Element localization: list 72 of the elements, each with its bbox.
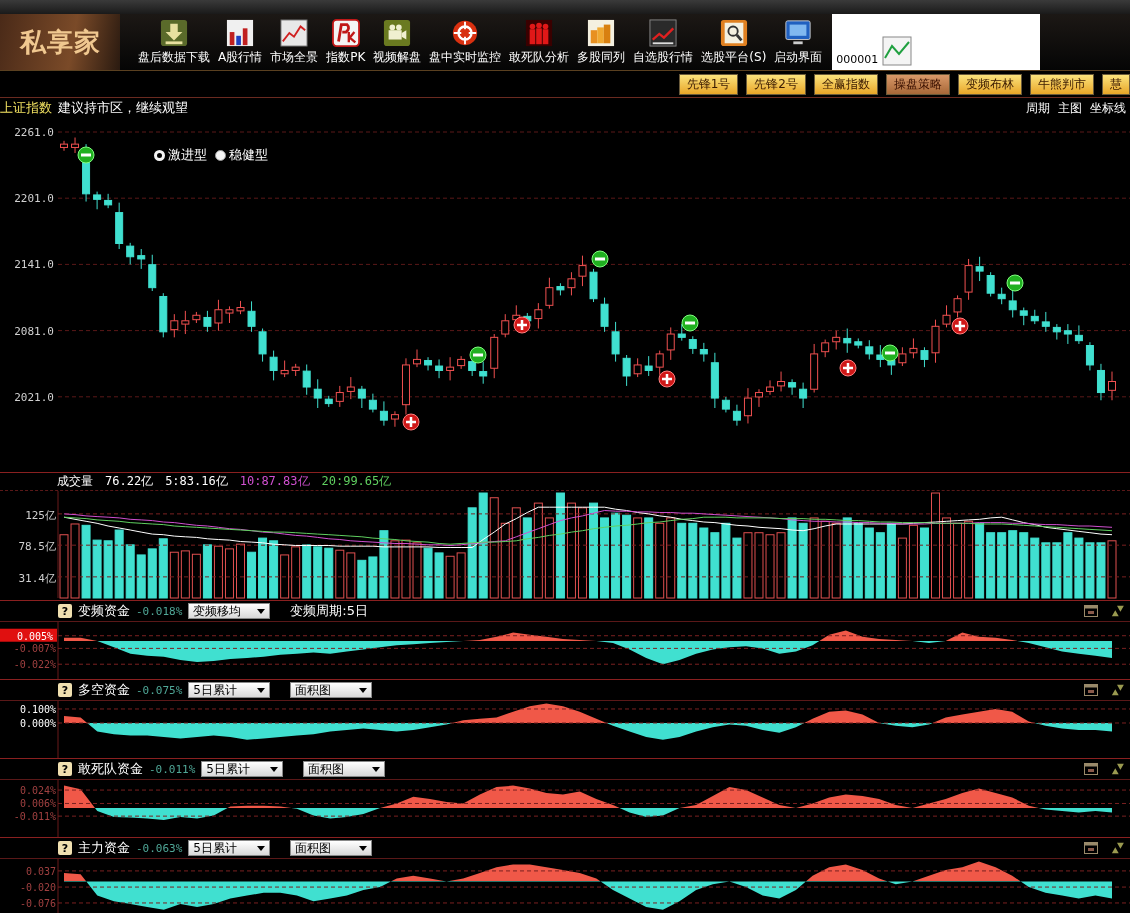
indicator-title: 多空资金 — [78, 681, 130, 699]
dropdown[interactable]: 变频移均 — [188, 603, 271, 619]
indicator-axis-label: -0.022% — [13, 659, 56, 671]
indicator-axis-label: -0.007% — [13, 643, 56, 655]
price-axis-label: 2261.0 — [14, 126, 54, 139]
indicator-axis-label: -0.020 — [19, 882, 56, 894]
toolbar-button[interactable]: 指数PK — [322, 14, 370, 70]
strategy-button[interactable]: 先锋2号 — [746, 73, 806, 95]
toolbar-button[interactable]: 启动界面 — [770, 14, 827, 70]
mode-radio[interactable]: 激进型 — [152, 146, 209, 164]
period-label: 变频周期:5日 — [290, 602, 368, 620]
indicator-axis-label: 0.006% — [19, 798, 56, 810]
volume-axis-label: 125亿 — [25, 508, 56, 522]
mode-radio[interactable]: 稳健型 — [213, 146, 270, 164]
toolbar-button[interactable]: 视频解盘 — [369, 14, 426, 70]
indicator-reading: -0.018% — [136, 604, 183, 618]
dropdown[interactable]: 5日累计 — [188, 682, 271, 698]
indicator-title: 敢死队资金 — [78, 760, 143, 778]
advice-text: 建议持市区，继续观望 — [58, 99, 188, 117]
price-axis-label: 2081.0 — [14, 324, 54, 338]
volume-reading: 20:99.65亿 — [321, 473, 392, 490]
strategy-button[interactable]: 变频布林 — [958, 73, 1022, 95]
price-axis-label: 2141.0 — [14, 258, 54, 272]
toolbar-button[interactable]: A股行情 — [214, 14, 267, 70]
toolbar-button[interactable]: 自选股行情 — [629, 14, 698, 70]
dropdown[interactable]: 5日累计 — [201, 761, 284, 777]
toolbar-button[interactable]: 选股平台(S) — [697, 14, 771, 70]
y-tick-label: 0.005% — [16, 630, 53, 642]
app-logo: 私享家 — [0, 14, 120, 70]
strategy-button[interactable]: 牛熊判市 — [1030, 73, 1094, 95]
help-button[interactable]: ? — [58, 841, 72, 855]
index-name: 上证指数 — [0, 99, 52, 117]
volume-axis-label: 78.5亿 — [18, 540, 56, 554]
indicator-reading: -0.075% — [136, 683, 183, 697]
strategy-button[interactable]: 慧 — [1102, 73, 1130, 95]
strategy-button[interactable]: 全赢指数 — [814, 73, 878, 95]
indicator-axis-label: 0.100% — [19, 704, 56, 715]
toolbar-button[interactable]: 市场全景 — [266, 14, 323, 70]
toolbar-button[interactable]: 盘中实时监控 — [425, 14, 506, 70]
toolbar-button[interactable]: 盘后数据下载 — [134, 14, 214, 70]
indicator-axis-label: -0.011% — [13, 811, 56, 823]
price-axis-label: 2201.0 — [14, 192, 54, 206]
chart-menu-item[interactable]: 周期 — [1022, 99, 1054, 117]
indicator-axis-label: 0.024% — [19, 785, 56, 797]
indicator-title: 主力资金 — [78, 839, 130, 857]
toolbar-button[interactable]: 多股同列 — [573, 14, 630, 70]
dropdown[interactable]: 5日累计 — [188, 840, 271, 856]
help-button[interactable]: ? — [58, 604, 72, 618]
volume-axis-label: 31.4亿 — [18, 571, 56, 585]
indicator-axis-label: -0.076 — [19, 897, 56, 909]
strategy-button[interactable]: 先锋1号 — [678, 73, 739, 95]
indicator-reading: -0.063% — [136, 841, 183, 855]
indicator-reading: -0.011% — [149, 762, 196, 776]
help-button[interactable]: ? — [58, 762, 72, 776]
help-button[interactable]: ? — [58, 683, 72, 697]
indicator-axis-label: 0.000% — [19, 718, 56, 729]
volume-title: 成交量 — [57, 473, 93, 490]
dropdown[interactable]: 面积图 — [290, 682, 373, 698]
chart-menu-item[interactable]: 坐标线 — [1086, 99, 1130, 117]
volume-reading: 5:83.16亿 — [165, 473, 228, 490]
dropdown[interactable]: 面积图 — [303, 761, 386, 777]
indicator-axis-label: 0.037 — [25, 865, 56, 877]
strategy-button[interactable]: 操盘策略 — [886, 73, 950, 95]
price-axis-label: 2021.0 — [14, 390, 54, 404]
current-value-tag: 0.005% — [0, 628, 57, 642]
toolbar-button[interactable]: 敢死队分析 — [505, 14, 574, 70]
stock-code-field[interactable]: 000001 — [832, 14, 1041, 70]
volume-reading: 76.22亿 — [105, 473, 154, 490]
indicator-title: 变频资金 — [78, 602, 130, 620]
chart-menu-item[interactable]: 主图 — [1054, 99, 1086, 117]
volume-reading: 10:87.83亿 — [239, 473, 310, 490]
dropdown[interactable]: 面积图 — [290, 840, 373, 856]
